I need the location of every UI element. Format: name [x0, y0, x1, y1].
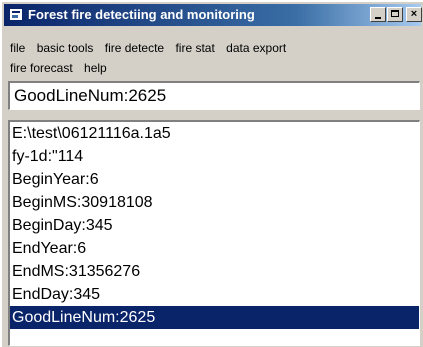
list-item[interactable]: BeginYear:6: [10, 168, 419, 191]
title-bar[interactable]: Forest fire detectiing and monitoring ×: [4, 4, 422, 26]
menu-basic-tools[interactable]: basic tools: [33, 38, 98, 58]
close-icon: ×: [410, 8, 418, 20]
app-icon: [9, 8, 23, 21]
list-item[interactable]: EndDay:345: [10, 283, 419, 306]
menu-row-2: fire forecast help: [6, 58, 111, 78]
maximize-button[interactable]: [387, 7, 403, 22]
list-item[interactable]: BeginDay:345: [10, 214, 419, 237]
maximize-icon: [391, 10, 399, 17]
list-item[interactable]: EndMS:31356276: [10, 260, 419, 283]
app-window: Forest fire detectiing and monitoring × …: [0, 0, 423, 347]
info-listbox[interactable]: E:\test\06121116a.1a5 fy-1d:"114 BeginYe…: [8, 120, 420, 346]
list-item[interactable]: E:\test\06121116a.1a5: [10, 122, 419, 145]
close-button[interactable]: ×: [406, 7, 422, 22]
status-text-field[interactable]: GoodLineNum:2625: [8, 81, 420, 110]
minimize-icon: [375, 17, 381, 19]
list-item[interactable]: fy-1d:"114: [10, 145, 419, 168]
list-item[interactable]: EndYear:6: [10, 237, 419, 260]
menu-row-1: file basic tools fire detecte fire stat …: [6, 38, 290, 58]
minimize-button[interactable]: [370, 7, 386, 22]
menu-fire-forecast[interactable]: fire forecast: [6, 58, 77, 78]
menu-fire-stat[interactable]: fire stat: [171, 38, 218, 58]
menu-fire-detecte[interactable]: fire detecte: [101, 38, 168, 58]
window-title: Forest fire detectiing and monitoring: [28, 7, 255, 22]
menu-file[interactable]: file: [6, 38, 29, 58]
list-item[interactable]: BeginMS:30918108: [10, 191, 419, 214]
menu-data-export[interactable]: data export: [222, 38, 290, 58]
list-item-selected[interactable]: GoodLineNum:2625: [10, 306, 419, 329]
menu-help[interactable]: help: [80, 58, 111, 78]
menu-bar: file basic tools fire detecte fire stat …: [6, 28, 421, 78]
